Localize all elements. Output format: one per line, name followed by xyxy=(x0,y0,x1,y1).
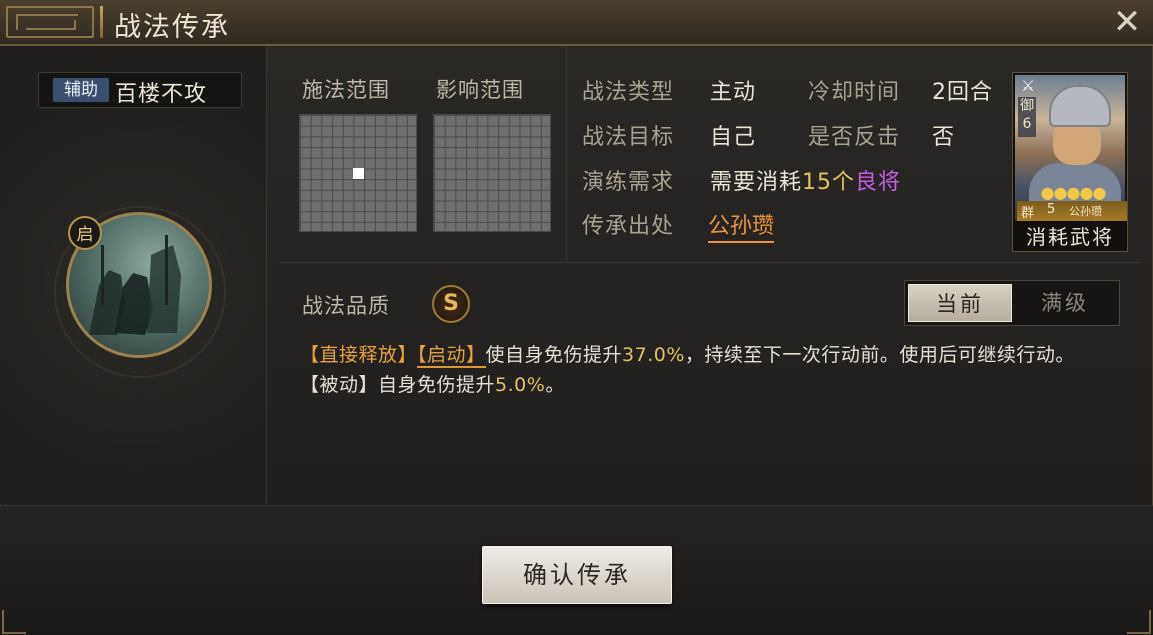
card-side-info: 御 6 xyxy=(1018,97,1036,137)
skill-name: 百楼不攻 xyxy=(115,82,208,107)
skill-summary-panel: 辅助 百楼不攻 启 xyxy=(0,46,267,504)
source-general-link[interactable]: 公孙瓒 xyxy=(708,208,775,243)
cast-range-grid xyxy=(299,114,417,232)
card-side-text: 御 xyxy=(1020,98,1034,114)
dialog-title: 战法传承 xyxy=(114,12,230,43)
source-label: 传承出处 xyxy=(582,214,675,239)
drill-requirement-value: 需要消耗15个良将 xyxy=(710,164,901,196)
skill-type-tag: 辅助 xyxy=(53,78,109,102)
title-divider xyxy=(100,6,103,38)
skill-target-value: 自己 xyxy=(710,125,757,150)
drill-quality: 良将 xyxy=(855,170,902,195)
section-divider-horizontal xyxy=(280,262,1140,263)
max-level-tab[interactable]: 满级 xyxy=(1013,284,1117,322)
skill-type-label: 战法类型 xyxy=(582,80,675,105)
skill-target-label: 战法目标 xyxy=(582,125,675,150)
card-info-bar: 群 5 公孙瓒 xyxy=(1017,201,1127,221)
drill-count: 15个 xyxy=(802,170,856,195)
title-ornament xyxy=(6,6,94,38)
direct-release-tag: 【直接释放】 xyxy=(300,344,418,366)
cavalry-icon: ⚔ xyxy=(1020,76,1036,95)
general-portrait: ⚔ 御 6 ●●●●● 群 5 公孙瓒 xyxy=(1015,75,1127,221)
quality-grade-badge: S xyxy=(432,285,470,323)
card-faction: 群 xyxy=(1021,206,1035,221)
cooldown-label: 冷却时间 xyxy=(808,80,901,105)
skill-quality-label: 战法品质 xyxy=(302,294,390,318)
card-general-name: 公孙瓒 xyxy=(1069,205,1102,218)
drill-prefix: 需要消耗 xyxy=(710,170,803,195)
card-cost: 5 xyxy=(1047,202,1056,217)
grid-center-cell xyxy=(353,168,364,179)
current-level-tab[interactable]: 当前 xyxy=(908,284,1012,322)
drill-requirement-label: 演练需求 xyxy=(582,170,675,195)
section-divider-vertical xyxy=(566,46,567,262)
cast-range-label: 施法范围 xyxy=(302,78,390,102)
passive-value: 5.0% xyxy=(495,374,546,396)
star-rating: ●●●●● xyxy=(1019,183,1127,202)
close-button[interactable]: ✕ xyxy=(1108,4,1146,40)
general-card[interactable]: ⚔ 御 6 ●●●●● 群 5 公孙瓒 消耗武将 xyxy=(1012,72,1128,252)
skill-description: 【直接释放】【启动】使自身免伤提升37.0%，持续至下一次行动前。使用后可继续行… xyxy=(300,340,1136,400)
passive-tag: 【被动】 xyxy=(300,374,379,396)
effect-range-grid xyxy=(433,114,551,232)
counter-value: 否 xyxy=(932,125,956,150)
corner-ornament xyxy=(1127,610,1151,634)
skill-name-box: 辅助 百楼不攻 xyxy=(38,72,242,108)
title-bar: 战法传承 ✕ xyxy=(0,0,1153,46)
startup-tag-link[interactable]: 【启动】 xyxy=(417,344,486,368)
description-value-1: 37.0% xyxy=(622,344,685,366)
confirm-inherit-button[interactable]: 确认传承 xyxy=(482,546,672,604)
card-side-num: 6 xyxy=(1022,116,1032,132)
passive-text: 自身免伤提升 xyxy=(378,374,496,396)
star-icon: ●●●●● xyxy=(1040,183,1107,202)
close-icon: ✕ xyxy=(1112,2,1142,42)
cooldown-value: 2回合 xyxy=(932,80,993,105)
passive-end: 。 xyxy=(545,374,565,396)
effect-range-label: 影响范围 xyxy=(436,78,524,102)
description-text-2: ，持续至下一次行动前。使用后可继续行动。 xyxy=(684,344,1075,366)
portrait-helmet xyxy=(1049,85,1111,127)
start-badge: 启 xyxy=(68,216,102,250)
corner-ornament xyxy=(2,610,26,634)
skill-type-value: 主动 xyxy=(710,80,757,105)
consume-general-label: 消耗武将 xyxy=(1026,225,1114,249)
counter-label: 是否反击 xyxy=(808,125,901,150)
description-text-1: 使自身免伤提升 xyxy=(485,344,623,366)
level-toggle: 当前 满级 xyxy=(904,280,1120,326)
